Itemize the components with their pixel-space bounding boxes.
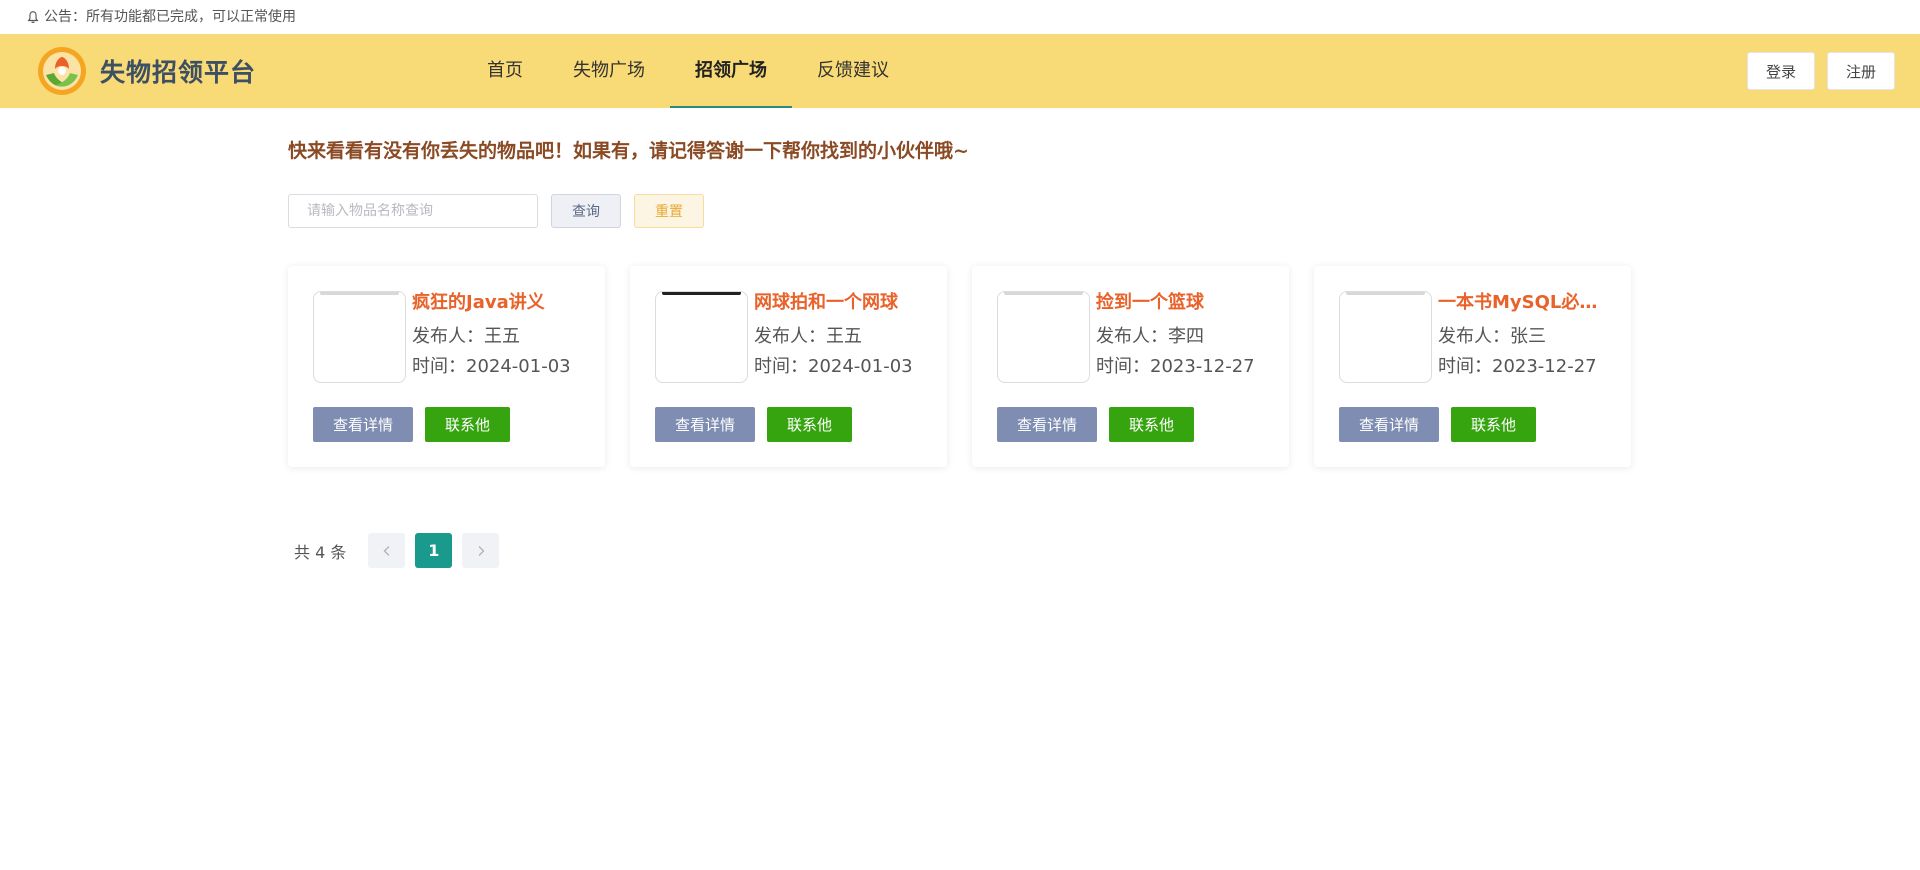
- item-title[interactable]: 疯狂的Java讲义: [412, 290, 580, 316]
- notice-text: 公告：所有功能都已完成，可以正常使用: [44, 9, 296, 25]
- prev-page-button[interactable]: [368, 533, 406, 568]
- pagination-total: 共 4 条: [294, 542, 347, 562]
- view-detail-button[interactable]: 查看详情: [997, 407, 1097, 442]
- item-publisher: 发布人：王五: [754, 326, 862, 347]
- notice-bar: 公告：所有功能都已完成，可以正常使用: [0, 0, 1920, 34]
- nav-item-found-square[interactable]: 招领广场: [670, 34, 792, 108]
- contact-button[interactable]: 联系他: [1451, 407, 1536, 442]
- contact-button[interactable]: 联系他: [1109, 407, 1194, 442]
- item-title[interactable]: 一本书MySQL必知必会: [1438, 290, 1610, 316]
- chevron-left-icon: [383, 545, 390, 556]
- nav-item-feedback[interactable]: 反馈建议: [792, 34, 914, 108]
- main-content: 快来看看有没有你丢失的物品吧！如果有，请记得答谢一下帮你找到的小伙伴哦~ 查询 …: [288, 136, 1638, 568]
- login-button[interactable]: 登录: [1746, 52, 1815, 90]
- query-button[interactable]: 查询: [551, 194, 621, 228]
- item-time: 时间：2023-12-27: [1096, 356, 1255, 377]
- item-publisher: 发布人：王五: [412, 326, 520, 347]
- item-card-list: 疯狂的Java讲义 发布人：王五 时间：2024-01-03 查看详情 联系他 …: [288, 266, 1638, 467]
- reset-button[interactable]: 重置: [634, 194, 704, 228]
- view-detail-button[interactable]: 查看详情: [1339, 407, 1439, 442]
- search-bar: 查询 重置: [288, 194, 1638, 228]
- bell-icon: [27, 11, 39, 24]
- logo-icon: [38, 47, 86, 95]
- page-slogan: 快来看看有没有你丢失的物品吧！如果有，请记得答谢一下帮你找到的小伙伴哦~: [288, 140, 969, 162]
- item-image[interactable]: [1339, 291, 1432, 383]
- item-time: 时间：2023-12-27: [1438, 356, 1597, 377]
- item-card: 一本书MySQL必知必会 发布人：张三 时间：2023-12-27 查看详情 联…: [1314, 266, 1631, 467]
- search-input[interactable]: [288, 194, 538, 228]
- chevron-right-icon: [478, 545, 485, 556]
- main-nav: 首页 失物广场 招领广场 反馈建议: [462, 34, 914, 108]
- item-time: 时间：2024-01-03: [412, 356, 571, 377]
- auth-buttons: 登录 注册: [1746, 52, 1895, 90]
- brand[interactable]: 失物招领平台: [36, 45, 436, 97]
- page-number-current[interactable]: 1: [415, 533, 453, 568]
- nav-item-lost-square[interactable]: 失物广场: [548, 34, 670, 108]
- item-title[interactable]: 网球拍和一个网球: [754, 290, 922, 316]
- header: 失物招领平台 首页 失物广场 招领广场 反馈建议 登录 注册: [0, 34, 1920, 108]
- item-card: 疯狂的Java讲义 发布人：王五 时间：2024-01-03 查看详情 联系他: [288, 266, 605, 467]
- item-image[interactable]: [997, 291, 1090, 383]
- item-card: 捡到一个篮球 发布人：李四 时间：2023-12-27 查看详情 联系他: [972, 266, 1289, 467]
- item-card: 网球拍和一个网球 发布人：王五 时间：2024-01-03 查看详情 联系他: [630, 266, 947, 467]
- item-time: 时间：2024-01-03: [754, 356, 913, 377]
- item-image[interactable]: [313, 291, 406, 383]
- view-detail-button[interactable]: 查看详情: [655, 407, 755, 442]
- view-detail-button[interactable]: 查看详情: [313, 407, 413, 442]
- pagination: 共 4 条 1: [294, 533, 1638, 568]
- item-publisher: 发布人：李四: [1096, 326, 1204, 347]
- register-button[interactable]: 注册: [1826, 52, 1895, 90]
- item-publisher: 发布人：张三: [1438, 326, 1546, 347]
- brand-title: 失物招领平台: [100, 58, 257, 87]
- item-image[interactable]: [655, 291, 748, 383]
- nav-item-home[interactable]: 首页: [462, 34, 548, 108]
- item-title[interactable]: 捡到一个篮球: [1096, 290, 1264, 316]
- contact-button[interactable]: 联系他: [425, 407, 510, 442]
- next-page-button[interactable]: [462, 533, 500, 568]
- contact-button[interactable]: 联系他: [767, 407, 852, 442]
